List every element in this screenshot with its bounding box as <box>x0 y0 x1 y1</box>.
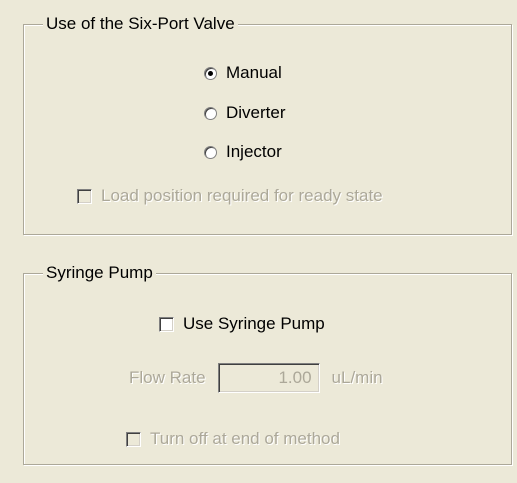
flow-rate-input: 1.00 <box>217 363 320 393</box>
use-syringe-pump-checkbox-box[interactable] <box>159 316 174 332</box>
radio-diverter-button[interactable] <box>204 106 217 120</box>
load-position-label: Load position required for ready state <box>101 186 383 205</box>
radio-injector[interactable]: Injector <box>204 142 282 162</box>
radio-injector-button[interactable] <box>204 145 217 159</box>
use-syringe-pump-checkbox[interactable]: Use Syringe Pump <box>159 314 325 334</box>
turn-off-label: Turn off at end of method <box>150 429 340 448</box>
radio-injector-label: Injector <box>226 142 282 161</box>
flow-rate-label: Flow Rate <box>129 368 206 387</box>
radio-manual-button[interactable] <box>204 66 217 80</box>
syringe-pump-group: Syringe Pump Use Syringe Pump Flow Rate … <box>23 263 512 465</box>
load-position-checkbox-box <box>77 188 92 204</box>
radio-diverter[interactable]: Diverter <box>204 103 286 123</box>
flow-rate-row: Flow Rate 1.00 uL/min <box>129 363 383 393</box>
turn-off-checkbox: Turn off at end of method <box>126 429 340 449</box>
load-position-checkbox: Load position required for ready state <box>77 186 383 206</box>
turn-off-checkbox-box <box>126 431 141 447</box>
radio-diverter-label: Diverter <box>226 103 286 122</box>
use-syringe-pump-label: Use Syringe Pump <box>183 314 325 333</box>
radio-manual[interactable]: Manual <box>204 63 282 83</box>
flow-rate-unit: uL/min <box>331 368 383 387</box>
six-port-valve-group-title: Use of the Six-Port Valve <box>43 14 238 34</box>
syringe-pump-group-title: Syringe Pump <box>43 263 156 283</box>
six-port-valve-group: Use of the Six-Port Valve Manual Diverte… <box>23 14 512 235</box>
radio-manual-label: Manual <box>226 63 282 82</box>
